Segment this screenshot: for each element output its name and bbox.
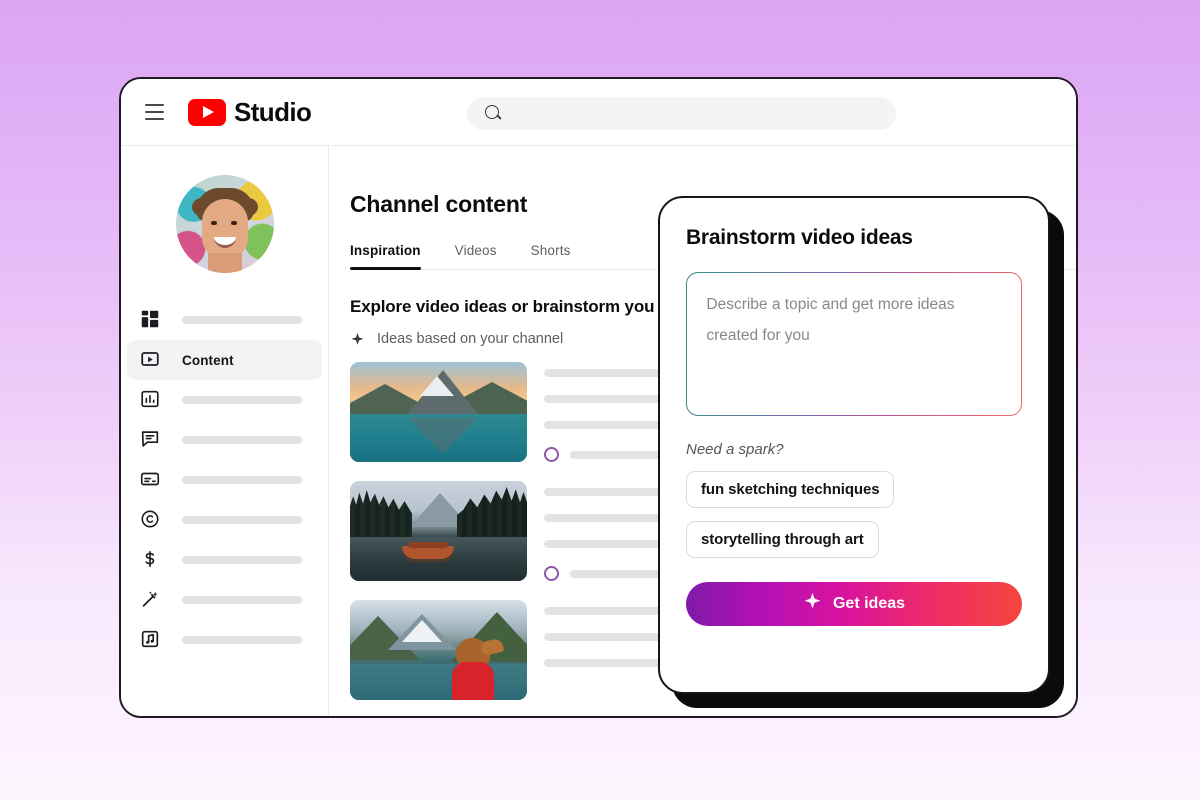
avatar-neck: [207, 253, 242, 273]
suggestion-chip-list: fun sketching techniques storytelling th…: [686, 458, 1022, 558]
ideas-subheading-label: Ideas based on your channel: [377, 331, 564, 347]
subtitles-icon: [139, 468, 163, 492]
dashboard-grid-icon: [139, 308, 163, 332]
brainstorm-dialog: Brainstorm video ideas Describe a topic …: [658, 196, 1050, 694]
top-bar: Studio: [121, 79, 1076, 146]
avatar-eye-left: [210, 221, 217, 225]
sidebar-item-placeholder: [182, 436, 302, 444]
studio-wordmark: Studio: [234, 96, 312, 127]
sidebar-item-comments[interactable]: [127, 420, 322, 460]
red-jacket-hiker-lake-thumbnail[interactable]: [350, 600, 527, 700]
forest-lake-canoe-thumbnail[interactable]: [350, 481, 527, 581]
tab-inspiration[interactable]: Inspiration: [350, 243, 421, 270]
sidebar-item-subtitles[interactable]: [127, 460, 322, 500]
avatar-eye-right: [230, 221, 237, 225]
sidebar-item-placeholder: [182, 516, 302, 524]
sparkle-icon: [803, 592, 822, 616]
audio-library-music-icon: [139, 628, 163, 652]
mountain-lake-reflection-thumbnail[interactable]: [350, 362, 527, 462]
sidebar-item-analytics[interactable]: [127, 380, 322, 420]
sidebar-item-earn[interactable]: [127, 540, 322, 580]
prompt-textarea[interactable]: Describe a topic and get more ideas crea…: [687, 273, 1021, 415]
search-icon: [485, 105, 502, 122]
get-ideas-label: Get ideas: [832, 595, 906, 612]
suggestion-chip-2[interactable]: storytelling through art: [686, 521, 879, 558]
earn-dollar-icon: [139, 548, 163, 572]
sidebar-item-dashboard[interactable]: [127, 300, 322, 340]
sidebar-item-placeholder: [182, 596, 302, 604]
avatar-face: [201, 199, 248, 259]
sidebar-item-placeholder: [182, 476, 302, 484]
avatar[interactable]: [175, 175, 274, 273]
sidebar: Content: [121, 146, 329, 716]
youtube-play-icon: [188, 98, 226, 126]
hamburger-menu-icon[interactable]: [139, 97, 169, 127]
sparkle-icon: [350, 332, 365, 347]
dialog-title: Brainstorm video ideas: [686, 226, 913, 249]
analytics-bar-chart-icon: [139, 388, 163, 412]
tab-videos[interactable]: Videos: [455, 243, 497, 269]
copyright-icon: [139, 508, 163, 532]
sidebar-item-placeholder: [182, 316, 302, 324]
need-a-spark-label: Need a spark?: [686, 441, 784, 458]
comments-speech-bubble-icon: [139, 428, 163, 452]
suggestion-chip-1[interactable]: fun sketching techniques: [686, 471, 895, 508]
search-input[interactable]: [467, 97, 896, 130]
sidebar-item-label: Content: [182, 352, 234, 368]
customization-magic-wand-icon: [139, 588, 163, 612]
tab-shorts[interactable]: Shorts: [531, 243, 571, 269]
loading-ring-icon: [544, 566, 559, 581]
sidebar-item-placeholder: [182, 396, 302, 404]
sidebar-item-placeholder: [182, 556, 302, 564]
prompt-field-border: Describe a topic and get more ideas crea…: [686, 272, 1022, 416]
sidebar-item-copyright[interactable]: [127, 500, 322, 540]
get-ideas-button[interactable]: Get ideas: [686, 582, 1022, 626]
loading-ring-icon: [544, 447, 559, 462]
sidebar-nav: Content: [121, 300, 328, 660]
sidebar-item-audio-library[interactable]: [127, 620, 322, 660]
sidebar-item-placeholder: [182, 636, 302, 644]
content-video-icon: [139, 348, 163, 372]
youtube-studio-logo[interactable]: Studio: [188, 96, 312, 128]
sidebar-item-customization[interactable]: [127, 580, 322, 620]
sidebar-item-content[interactable]: Content: [127, 340, 322, 380]
